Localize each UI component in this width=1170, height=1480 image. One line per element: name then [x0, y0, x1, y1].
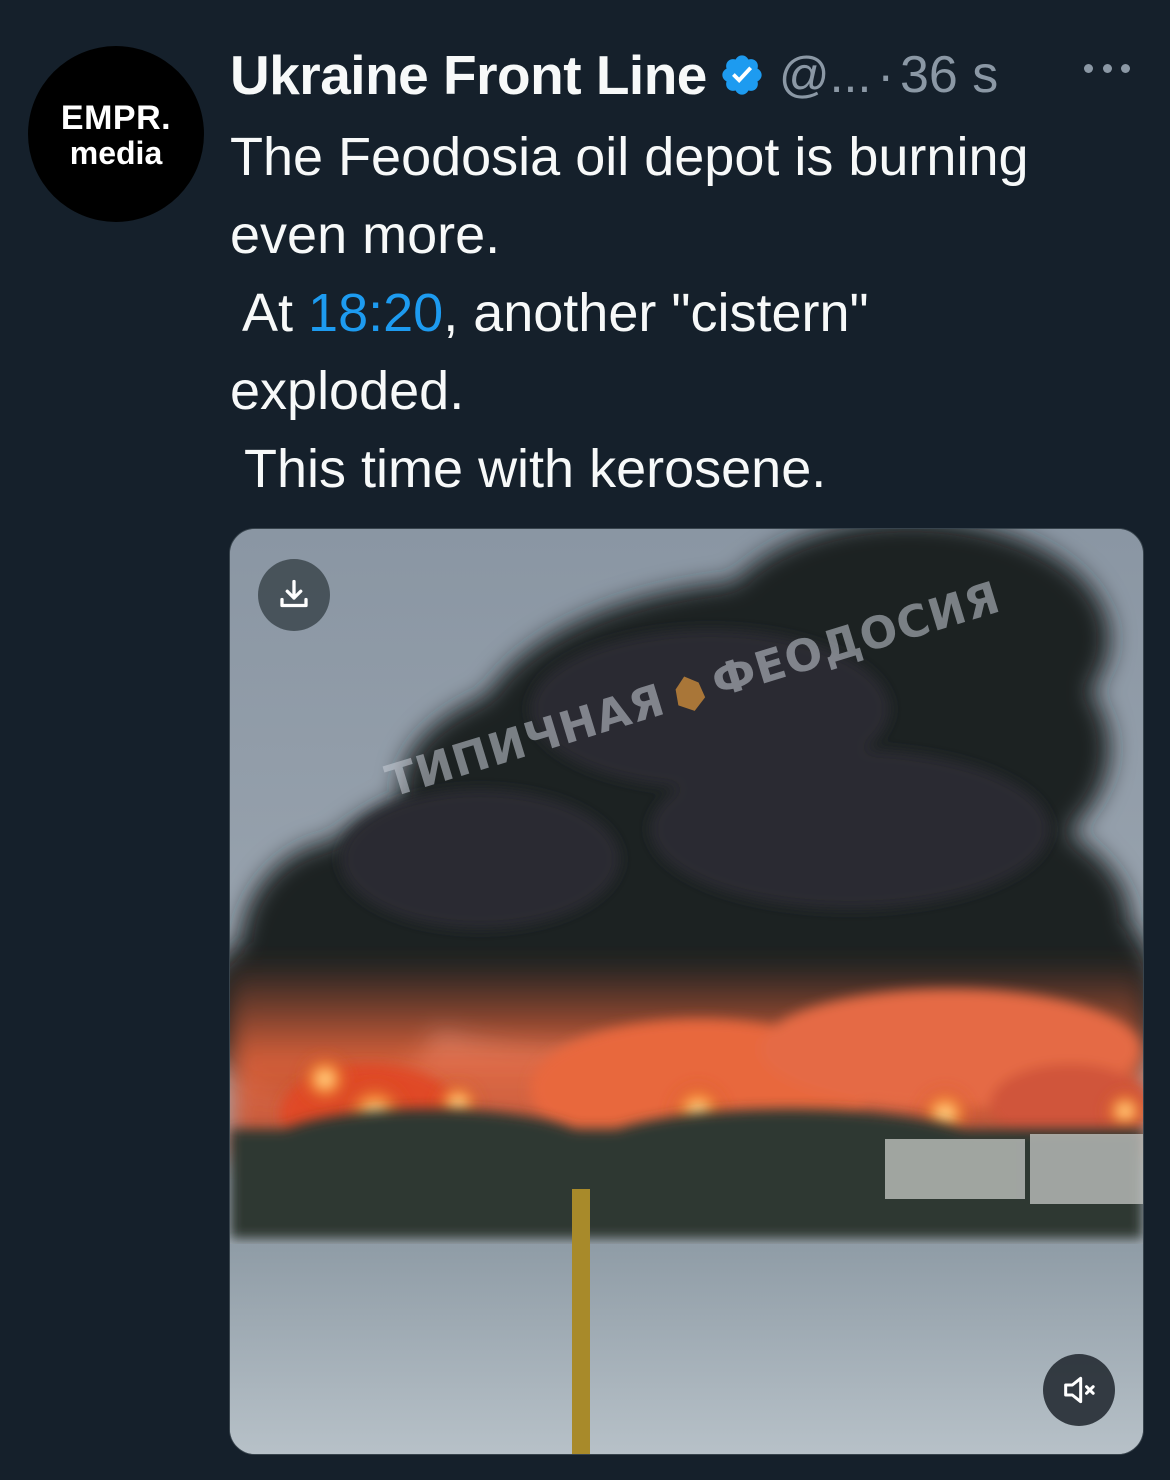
unmute-button[interactable] [1043, 1354, 1115, 1426]
download-icon [280, 579, 308, 608]
tweet-text-line: exploded. [230, 361, 465, 421]
tweet-text-line: even more. [230, 205, 501, 265]
avatar-text-line1: EMPR. [60, 99, 172, 137]
timestamp[interactable]: 36 s [900, 45, 998, 105]
tweet-text-line: The Feodosia oil depot is burning [230, 127, 1029, 187]
avatar[interactable]: EMPR. media [28, 46, 204, 222]
tweet-text: The Feodosia oil depot is burning even m… [230, 118, 1150, 508]
tweet-text-line: This time with kerosene. [230, 439, 827, 499]
author-handle[interactable]: @... [779, 46, 871, 104]
video-player[interactable]: ТИПИЧНАЯФЕОДОСИЯ [229, 528, 1144, 1455]
timestamp-link[interactable]: 18:20 [308, 283, 443, 343]
avatar-text-line2: media [69, 135, 163, 171]
tweet-text-segment: At [230, 283, 309, 343]
tweet-text-segment: , another "cistern" [443, 283, 869, 343]
tweet-text-line: At 18:20, another "cistern" [230, 274, 1150, 352]
author-name[interactable]: Ukraine Front Line [230, 43, 707, 107]
verified-badge-icon [722, 55, 762, 95]
speaker-muted-icon [1064, 1376, 1095, 1404]
separator-dot: · [877, 47, 894, 103]
more-options-icon[interactable] [1084, 58, 1130, 78]
tweet[interactable]: EMPR. media Ukraine Front Line @... · 36… [0, 0, 1170, 1480]
tweet-header: Ukraine Front Line @... · 36 s [230, 40, 1150, 110]
download-button[interactable] [258, 559, 330, 631]
